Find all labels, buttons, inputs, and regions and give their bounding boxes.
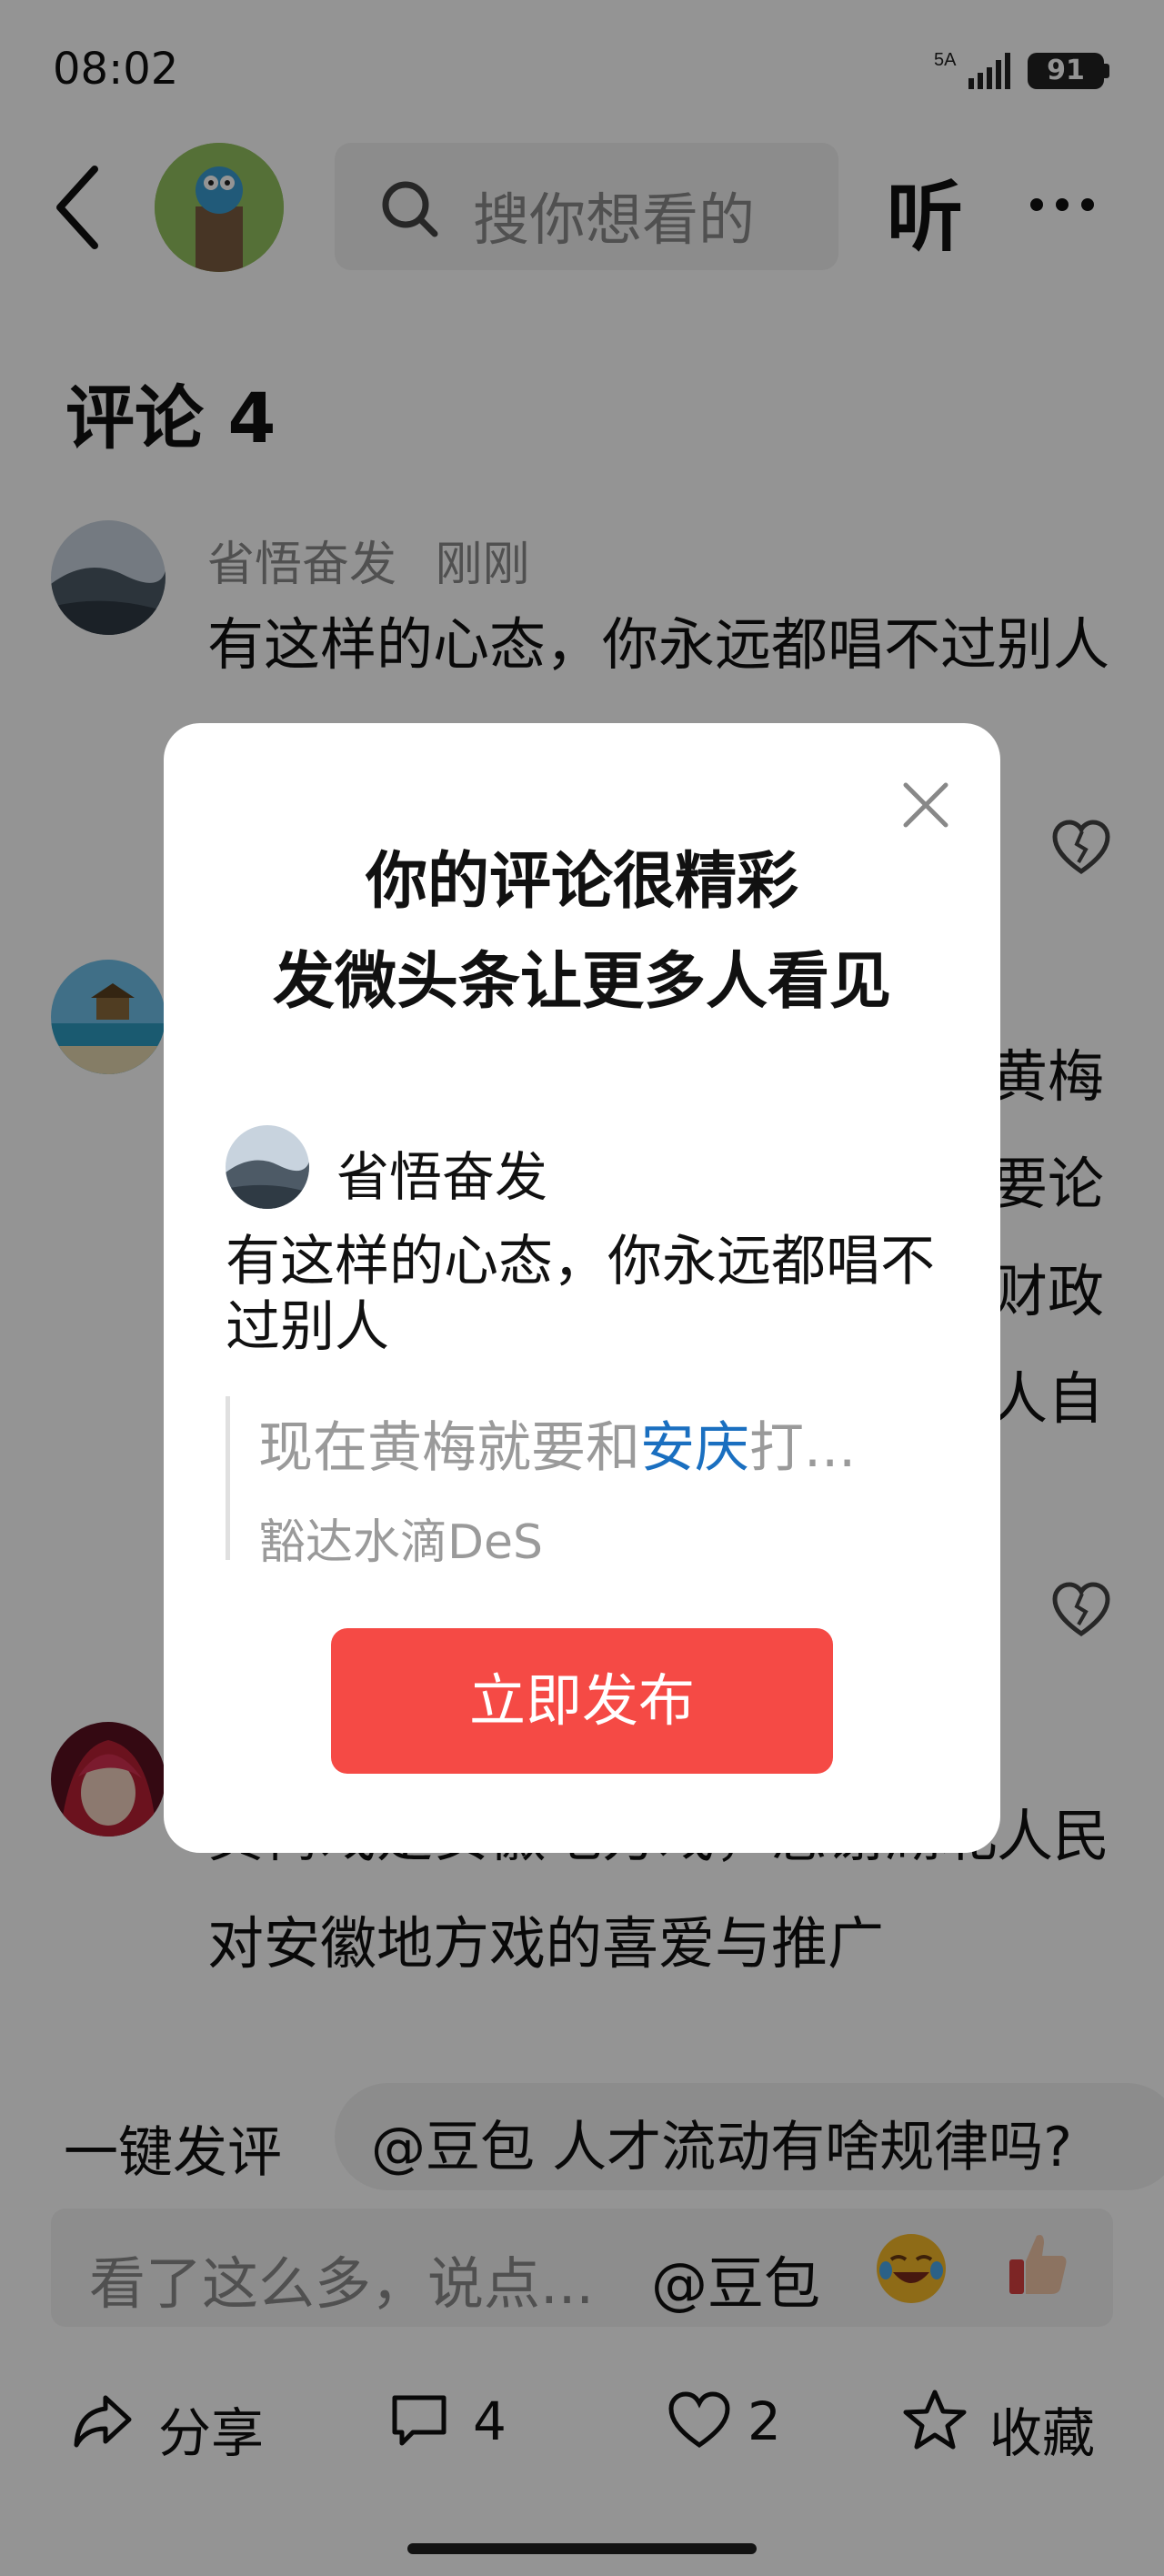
dialog-title-line2: 发微头条让更多人看见: [272, 946, 891, 1018]
share-comment-dialog: 你的评论很精彩 发微头条让更多人看见 省悟奋发 有这样的心态，你永远都唱不过别人…: [164, 723, 1000, 1853]
publish-button[interactable]: 立即发布: [331, 1628, 833, 1774]
quote-bar: [226, 1396, 230, 1560]
dialog-title-line1: 你的评论很精彩: [365, 846, 798, 918]
quote-suffix: 打...: [749, 1416, 857, 1480]
quote-prefix: 现在黄梅就要和: [258, 1416, 640, 1480]
quoted-post: 现在黄梅就要和安庆打...: [258, 1404, 856, 1483]
dialog-avatar: [226, 1125, 309, 1209]
dialog-comment: 有这样的心态，你永远都唱不过别人: [226, 1230, 935, 1359]
quoted-author: 豁达水滴DeS: [258, 1515, 544, 1570]
close-icon[interactable]: [898, 778, 953, 832]
quote-link[interactable]: 安庆: [640, 1416, 749, 1480]
dialog-author: 省悟奋发: [336, 1146, 548, 1208]
